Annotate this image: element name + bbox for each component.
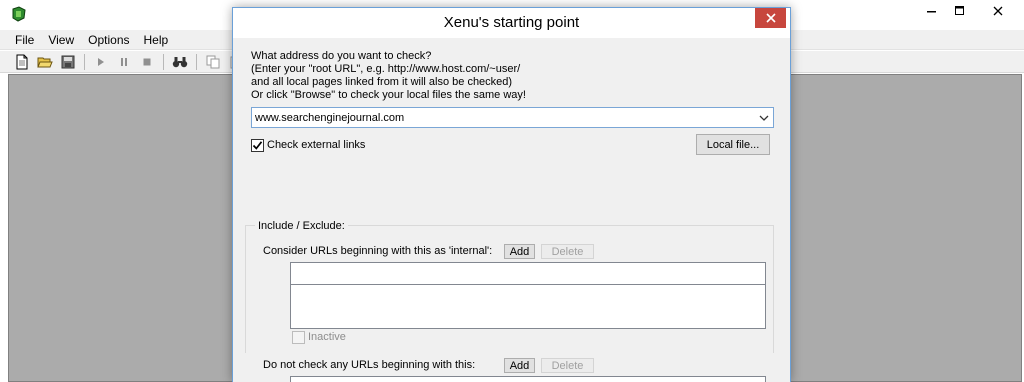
toolbar-separator <box>84 53 85 70</box>
new-file-icon[interactable] <box>12 53 32 71</box>
close-icon <box>765 13 776 23</box>
instruction-line: (Enter your "root URL", e.g. http://www.… <box>251 63 521 75</box>
url-combobox[interactable]: www.searchenginejournal.com <box>251 107 774 128</box>
internal-urls-label: Consider URLs beginning with this as 'in… <box>263 245 493 257</box>
internal-url-list[interactable] <box>290 284 766 329</box>
do-not-check-label: Do not check any URLs beginning with thi… <box>263 359 476 371</box>
add-internal-button[interactable]: Add <box>504 244 535 259</box>
app-close-button[interactable] <box>974 0 1022 22</box>
minimize-button[interactable] <box>918 0 946 22</box>
xenu-app-icon <box>11 6 27 22</box>
instruction-line: Or click "Browse" to check your local fi… <box>251 89 526 101</box>
instruction-line: What address do you want to check? <box>251 50 432 62</box>
chevron-down-icon[interactable] <box>755 108 773 127</box>
menu-options[interactable]: Options <box>81 30 136 50</box>
url-input[interactable]: www.searchenginejournal.com <box>252 112 755 124</box>
play-icon[interactable] <box>91 53 111 71</box>
dialog-body: What address do you want to check? (Ente… <box>233 38 790 382</box>
dialog-close-button[interactable] <box>755 8 786 28</box>
internal-url-input[interactable] <box>290 262 766 285</box>
delete-exclude-button[interactable]: Delete <box>541 358 594 373</box>
add-exclude-button[interactable]: Add <box>504 358 535 373</box>
maximize-button[interactable] <box>946 0 974 22</box>
menu-file[interactable]: File <box>8 30 41 50</box>
stop-icon[interactable] <box>137 53 157 71</box>
menu-view[interactable]: View <box>41 30 81 50</box>
instruction-line: and all local pages linked from it will … <box>251 76 513 88</box>
pause-icon[interactable] <box>114 53 134 71</box>
toolbar-separator <box>196 53 197 70</box>
open-folder-icon[interactable] <box>35 53 55 71</box>
delete-internal-button[interactable]: Delete <box>541 244 594 259</box>
include-exclude-label: Include / Exclude: <box>255 220 348 232</box>
inactive-label: Inactive <box>308 331 346 343</box>
inactive-checkbox[interactable] <box>292 331 305 344</box>
dialog-titlebar: Xenu's starting point <box>233 8 790 38</box>
save-icon[interactable] <box>58 53 78 71</box>
check-external-label: Check external links <box>267 139 366 151</box>
checkmark-icon <box>252 141 263 150</box>
starting-point-dialog: Xenu's starting point What address do yo… <box>232 7 791 382</box>
toolbar-separator <box>163 53 164 70</box>
check-external-checkbox[interactable] <box>251 139 264 152</box>
exclude-url-input[interactable] <box>290 376 766 382</box>
local-file-button[interactable]: Local file... <box>696 134 770 155</box>
menu-help[interactable]: Help <box>137 30 176 50</box>
binoculars-icon[interactable] <box>170 53 190 71</box>
dialog-title: Xenu's starting point <box>443 14 580 31</box>
copy-icon[interactable] <box>203 53 223 71</box>
